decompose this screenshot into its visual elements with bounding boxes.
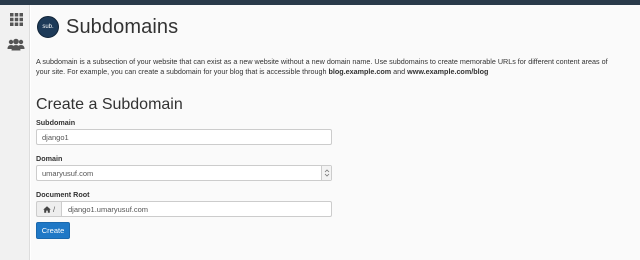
example-blog-subdomain: blog.example.com [328, 66, 392, 76]
grid-icon[interactable] [6, 10, 26, 28]
document-root-input[interactable]: django1.umaryusuf.com [61, 201, 332, 217]
section-title: Create a Subdomain [36, 96, 183, 113]
document-root-value: django1.umaryusuf.com [68, 204, 149, 214]
page-title: Subdomains [66, 15, 179, 38]
page-header: sub. Subdomains [37, 15, 178, 39]
users-icon[interactable] [6, 35, 26, 53]
subdomains-logo: sub. [37, 16, 59, 38]
example-blog-path: www.example.com/blog [407, 66, 489, 76]
chevron-down-icon [321, 166, 331, 180]
page-description: A subdomain is a subsection of your webs… [36, 57, 636, 77]
description-line2: your site. For example, you can create a… [36, 66, 329, 76]
domain-value: umaryusuf.com [42, 168, 94, 178]
domain-label: Domain [36, 154, 63, 163]
document-root-slash: / [52, 204, 56, 214]
subdomain-value: django1 [42, 132, 69, 142]
document-root-prefix: / [36, 201, 61, 217]
home-icon [43, 205, 51, 213]
domain-select[interactable]: umaryusuf.com [36, 165, 332, 181]
description-line1: A subdomain is a subsection of your webs… [36, 57, 608, 66]
description-and: and [391, 66, 408, 76]
main-content: sub. Subdomains A subdomain is a subsect… [31, 5, 640, 260]
subdomain-label: Subdomain [36, 118, 76, 127]
sidebar [0, 5, 30, 260]
create-button[interactable]: Create [36, 222, 70, 239]
document-root-label: Document Root [36, 190, 90, 199]
logo-text: sub. [42, 24, 54, 30]
subdomain-input[interactable]: django1 [36, 129, 332, 145]
